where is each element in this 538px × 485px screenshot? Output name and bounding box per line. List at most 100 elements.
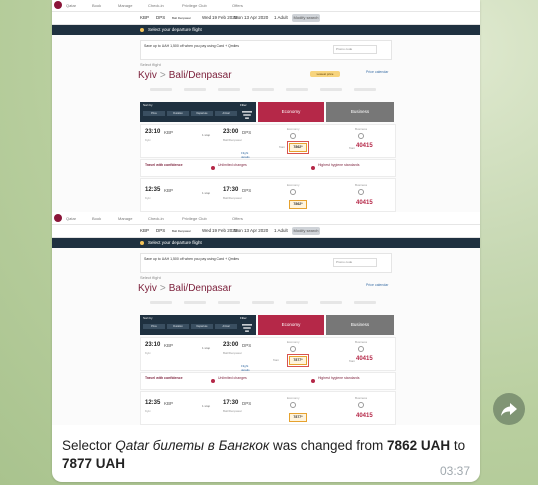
economy-label: Economy <box>287 340 300 344</box>
sort-panel: Sort by Price Duration Departure Arrival… <box>140 315 256 335</box>
shield-icon <box>311 379 315 383</box>
economy-cell[interactable]: Economy 7877* <box>259 392 325 424</box>
economy-price[interactable]: 7877* <box>289 413 307 422</box>
screenshot-1[interactable]: Qatar Book Manage Check-in Privilege Clu… <box>52 0 480 214</box>
date-strip[interactable] <box>140 299 394 307</box>
business-cell[interactable]: Business 40415 <box>327 392 395 424</box>
tab-6[interactable]: Offers <box>232 2 243 9</box>
business-label: Business <box>355 340 368 344</box>
route-from: Kyiv <box>138 283 157 294</box>
step-banner: Select your departure flight <box>52 238 480 248</box>
screenshot-2[interactable]: Qatar Book Manage Check-in Privilege Clu… <box>52 213 480 427</box>
sort-departure-button[interactable]: Departure <box>191 324 213 329</box>
date-strip[interactable] <box>140 86 394 94</box>
flight-row[interactable]: 12:35 KBP Kyiv 1 stop 17:30 DPS Bali/Den… <box>140 178 396 212</box>
economy-header: Economy <box>258 315 324 335</box>
tab-2[interactable]: Book <box>92 215 101 222</box>
sort-arrival-button[interactable]: Arrival <box>215 111 237 116</box>
filter-icon[interactable] <box>240 110 254 120</box>
tab-4[interactable]: Check-in <box>148 2 164 9</box>
calendar-icon <box>211 379 215 383</box>
calendar-icon <box>211 166 215 170</box>
depart-day: Wed <box>202 228 212 233</box>
destination: DPS <box>156 228 166 233</box>
modify-search-button[interactable]: Modify search <box>292 227 320 235</box>
tab-6[interactable]: Offers <box>232 215 243 222</box>
origin: KBP <box>140 228 150 233</box>
economy-radio[interactable] <box>290 346 296 352</box>
confidence-strip: Travel with confidence Unlimited changes… <box>140 372 396 390</box>
flight-details-link[interactable]: Flight details <box>241 151 257 159</box>
business-cell[interactable]: Business from 40415 <box>327 125 395 157</box>
economy-cell[interactable]: Economy from 7877* <box>259 338 325 370</box>
filter-icon[interactable] <box>240 323 254 333</box>
flight-row[interactable]: 23:10 KBP Kyiv 1 stop 23:00 DPS Bali/Den… <box>140 124 396 159</box>
return-day: Mon <box>234 228 243 233</box>
promo-bar: Save up to UAH 1,500 off when you pay us… <box>140 253 392 273</box>
business-cell[interactable]: Business from 40415 <box>327 338 395 370</box>
tab-3[interactable]: Manage <box>118 2 132 9</box>
arr-iata: DPS <box>242 401 252 406</box>
tab-1[interactable]: Qatar <box>66 2 76 9</box>
message-time: 03:37 <box>439 464 470 478</box>
arr-time: 17:30 <box>223 400 239 406</box>
business-radio[interactable] <box>358 189 364 195</box>
results-header: Sort by Price Duration Departure Arrival… <box>140 315 394 335</box>
tab-3[interactable]: Manage <box>118 215 132 222</box>
dep-city: Kyiv <box>145 351 151 355</box>
screenshot-gallery[interactable]: Qatar Book Manage Check-in Privilege Clu… <box>52 0 480 427</box>
tab-5[interactable]: Privilege Club <box>182 215 207 222</box>
business-cell[interactable]: Business 40415 <box>327 179 395 211</box>
flight-row[interactable]: 12:35 KBP Kyiv 1 stop 17:30 DPS Bali/Den… <box>140 391 396 425</box>
tab-2[interactable]: Book <box>92 2 101 9</box>
business-radio[interactable] <box>358 346 364 352</box>
destination-sub: Bali Denpasar <box>172 229 191 233</box>
business-radio[interactable] <box>358 133 364 139</box>
dep-city: Kyiv <box>145 409 151 413</box>
promo-input[interactable]: Promo code <box>333 258 377 267</box>
economy-price[interactable]: 7862* <box>287 141 309 154</box>
arr-iata: DPS <box>242 343 252 348</box>
pax: 1 Adult <box>274 15 288 20</box>
sort-duration-button[interactable]: Duration <box>167 111 189 116</box>
economy-price[interactable]: 7862* <box>289 200 307 209</box>
hygiene-title: Highest hygiene standards <box>318 163 360 167</box>
modify-search-button[interactable]: Modify search <box>292 14 320 22</box>
browser-tabs: Qatar Book Manage Check-in Privilege Clu… <box>52 0 480 12</box>
new-value: 7877 UAH <box>62 456 126 471</box>
tab-4[interactable]: Check-in <box>148 215 164 222</box>
sort-price-button[interactable]: Price <box>143 111 165 116</box>
return-day: Mon <box>234 15 243 20</box>
search-summary-bar: KBP DPS Bali Denpasar Wed 19 Feb 2020 Mo… <box>52 12 480 25</box>
old-value: 7862 UAH <box>387 438 451 453</box>
dep-iata: KBP <box>164 401 174 406</box>
tab-5[interactable]: Privilege Club <box>182 2 207 9</box>
economy-radio[interactable] <box>290 402 296 408</box>
confidence-strip: Travel with confidence Unlimited changes… <box>140 159 396 177</box>
dep-time: 12:35 <box>145 400 161 406</box>
results-header: Sort by Price Duration Departure Arrival… <box>140 102 394 122</box>
price-calendar-link[interactable]: Price calendar <box>366 70 388 74</box>
economy-radio[interactable] <box>290 133 296 139</box>
sort-arrival-button[interactable]: Arrival <box>215 324 237 329</box>
sort-departure-button[interactable]: Departure <box>191 111 213 116</box>
share-button[interactable] <box>493 393 525 425</box>
selector-name: Qatar билеты в Бангкок <box>115 438 270 453</box>
msg-prefix: Selector <box>62 438 116 453</box>
flight-details-link[interactable]: Flight details <box>241 364 257 372</box>
economy-price[interactable]: 7877* <box>287 354 309 367</box>
promo-text: Save up to UAH 1,500 off when you pay us… <box>144 44 239 48</box>
promo-input[interactable]: Promo code <box>333 45 377 54</box>
business-radio[interactable] <box>358 402 364 408</box>
depart-day: Wed <box>202 15 212 20</box>
price-calendar-link[interactable]: Price calendar <box>366 283 388 287</box>
tab-1[interactable]: Qatar <box>66 215 76 222</box>
economy-radio[interactable] <box>290 189 296 195</box>
sort-price-button[interactable]: Price <box>143 324 165 329</box>
economy-cell[interactable]: Economy from 7862* <box>259 125 325 157</box>
qatar-logo-icon <box>54 1 62 9</box>
economy-from: from <box>279 145 285 149</box>
economy-cell[interactable]: Economy 7862* <box>259 179 325 211</box>
flight-row[interactable]: 23:10 KBP Kyiv 1 stop 23:00 DPS Bali/Den… <box>140 337 396 372</box>
sort-duration-button[interactable]: Duration <box>167 324 189 329</box>
